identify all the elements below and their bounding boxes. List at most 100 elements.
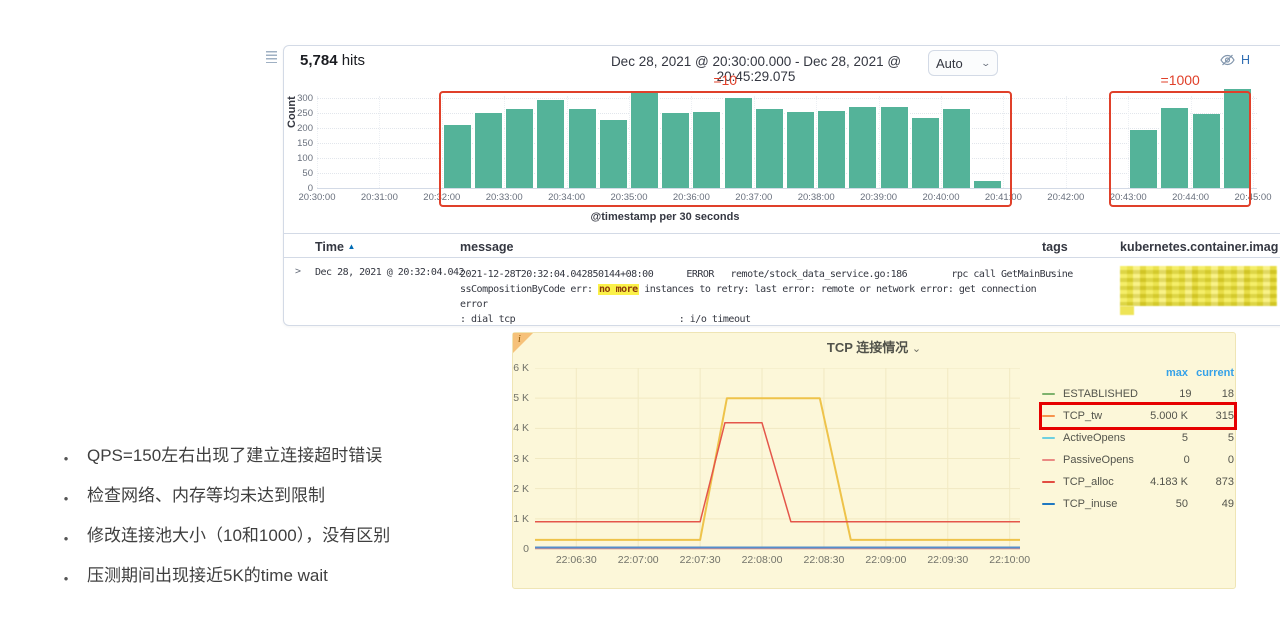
row-message-cell: 2021-12-28T20:32:04.042850144+08:00 ERRO… [460,267,1048,327]
notes-list: •QPS=150左右出现了建立连接超时错误•检查网络、内存等均未达到限制•修改连… [45,446,495,606]
redacted-ip-segment [523,314,549,324]
legend-color-dash [1042,393,1055,396]
y-tick-label: 3 K [495,453,529,465]
x-tick-label: 22:08:30 [792,554,856,566]
series-line-TCP_alloc [535,423,1020,522]
redacted-image-value-tab [1120,306,1134,315]
note-item: •QPS=150左右出现了建立连接超时错误 [45,446,495,469]
legend-row-TCP_tw[interactable]: TCP_tw5.000 K315 [1042,405,1234,427]
legend-current-value: 315 [1188,410,1234,422]
table-header-divider [284,257,1280,258]
interval-select[interactable]: Auto ⌄ [928,50,998,76]
panel-title-dropdown[interactable]: TCP 连接情况 ⌄ [512,337,1236,356]
tcp-line-chart [535,368,1020,550]
hits-label: hits [342,52,365,69]
note-item: •检查网络、内存等均未达到限制 [45,486,495,509]
sort-asc-icon: ▲ [347,242,355,251]
y-tick-label: 100 [283,153,313,164]
redacted-image-value [1120,266,1277,306]
x-tick-label: 22:07:00 [606,554,670,566]
column-header-k8s-image[interactable]: kubernetes.container.imag [1120,240,1280,254]
bullet-icon: • [45,446,87,469]
chevron-down-icon: ⌄ [912,343,921,355]
chevron-down-icon: ⌄ [981,58,992,69]
legend-max-header: max [1130,367,1188,379]
hide-chart-label: H [1241,53,1250,67]
note-item: •压测期间出现接近5K的time wait [45,566,495,589]
annotation-label: =1000 [1140,72,1220,88]
legend-max-value: 5.000 K [1130,410,1188,422]
legend-row-ActiveOpens[interactable]: ActiveOpens55 [1042,427,1234,449]
y-tick-label: 6 K [495,362,529,374]
legend-series-name: ESTABLISHED [1063,388,1138,400]
x-tick-label: 20:30:00 [287,192,347,203]
legend-color-dash [1042,503,1055,506]
gridline [379,96,380,188]
gridline [1066,96,1067,188]
note-text: 检查网络、内存等均未达到限制 [87,486,325,509]
x-tick-label: 22:08:00 [730,554,794,566]
x-tick-label: 22:09:00 [854,554,918,566]
message-line-2: ssCompositionByCode err: no more instanc… [460,282,1048,312]
legend-series-name: TCP_alloc [1063,476,1130,488]
legend-current-value: 49 [1188,498,1234,510]
legend-series-name: PassiveOpens [1063,454,1134,466]
table-top-divider [284,233,1280,234]
legend-color-dash [1042,437,1055,440]
x-tick-label: 22:09:30 [916,554,980,566]
y-tick-label: 50 [283,168,313,179]
note-item: •修改连接池大小（10和1000），没有区别 [45,526,495,549]
interval-selected-value: Auto [936,56,963,71]
legend-series-name: TCP_tw [1063,410,1130,422]
row-time-cell: Dec 28, 2021 @ 20:32:04.042 [315,267,464,278]
note-text: QPS=150左右出现了建立连接超时错误 [87,446,382,469]
bullet-icon: • [45,566,87,589]
legend-max-value: 0 [1134,454,1190,466]
hide-chart-button[interactable]: H [1220,53,1250,67]
bullet-icon: • [45,486,87,509]
eye-slash-icon [1220,54,1235,66]
column-header-time[interactable]: Time ▲ [315,240,355,254]
hits-value: 5,784 [300,52,338,69]
legend-max-value: 5 [1130,432,1188,444]
message-line-1: 2021-12-28T20:32:04.042850144+08:00 ERRO… [460,267,1048,282]
legend-color-dash [1042,481,1055,484]
legend-current-value: 0 [1190,454,1234,466]
annotation-box [439,91,1012,207]
annotation-box [1109,91,1250,207]
legend-row-ESTABLISHED[interactable]: ESTABLISHED1918 [1042,383,1234,405]
legend-max-value: 50 [1130,498,1188,510]
legend-max-value: 19 [1138,388,1192,400]
hits-count: 5,784 hits [300,52,365,69]
gridline [317,96,318,188]
x-tick-label: 20:42:00 [1036,192,1096,203]
y-tick-label: 300 [283,93,313,104]
redacted-ip-segment [553,314,599,324]
legend-current-value: 873 [1188,476,1234,488]
message-line-3: : dial tcp : i/o timeout [460,312,1048,327]
legend-series-name: TCP_inuse [1063,498,1130,510]
legend-current-header: current [1188,367,1234,379]
legend-row-TCP_alloc[interactable]: TCP_alloc4.183 K873 [1042,471,1234,493]
row-expand-toggle[interactable]: > [295,266,301,277]
note-text: 修改连接池大小（10和1000），没有区别 [87,526,390,549]
column-header-tags[interactable]: tags [1042,240,1068,254]
y-tick-label: 0 [495,543,529,555]
y-tick-label: 4 K [495,422,529,434]
note-text: 压测期间出现接近5K的time wait [87,566,328,589]
column-header-message[interactable]: message [460,240,514,254]
highlighted-term: no more [598,284,639,295]
y-tick-label: 250 [283,108,313,119]
legend-row-PassiveOpens[interactable]: PassiveOpens00 [1042,449,1234,471]
x-tick-label: 20:31:00 [349,192,409,203]
legend-series-name: ActiveOpens [1063,432,1130,444]
x-tick-label: 22:06:30 [544,554,608,566]
legend-current-value: 5 [1188,432,1234,444]
x-tick-label: 22:07:30 [668,554,732,566]
x-tick-label: 22:10:00 [978,554,1042,566]
legend-color-dash [1042,415,1055,418]
annotation-label: =10 [685,72,765,88]
legend-row-TCP_inuse[interactable]: TCP_inuse5049 [1042,493,1234,515]
redacted-ip-segment [647,314,677,324]
drag-handle-icon[interactable] [266,51,277,63]
